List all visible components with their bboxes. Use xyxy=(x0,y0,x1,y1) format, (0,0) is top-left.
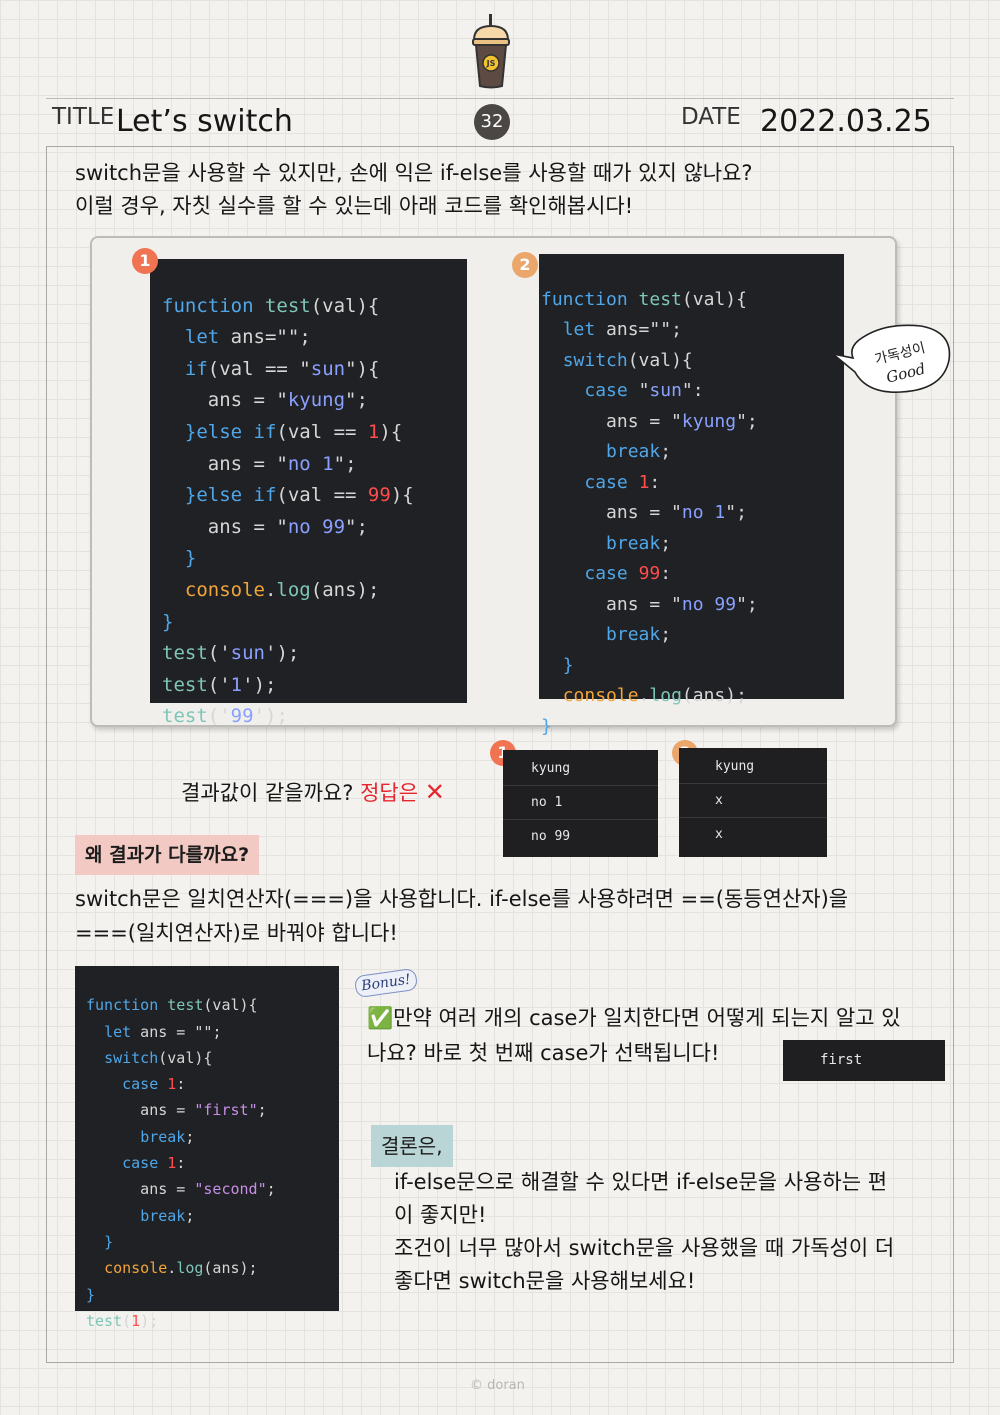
conclusion-line-2: 이 좋지만! xyxy=(394,1203,487,1227)
output-line: no 1 xyxy=(503,786,658,820)
page-number-badge: 32 xyxy=(474,104,510,140)
conclusion-heading: 결론은, xyxy=(371,1125,453,1167)
checkmark-icon: ✅ xyxy=(367,1006,394,1030)
question-text: 결과값이 같을까요? xyxy=(181,781,354,805)
why-line-1: switch문은 일치연산자(===)을 사용합니다. if-else를 사용하… xyxy=(75,887,849,911)
answer-label: 정답은 xyxy=(360,781,419,805)
badge-one: 1 xyxy=(132,248,158,274)
date-label: DATE xyxy=(681,104,741,130)
output-console-bonus: first xyxy=(783,1040,945,1081)
code-block-if-else: function test(val){ let ans=""; if(val =… xyxy=(150,259,467,727)
page-date: 2022.03.25 xyxy=(760,104,932,139)
header-top-rule xyxy=(46,98,954,99)
conclusion-line-1: if-else문으로 해결할 수 있다면 if-else문을 사용하는 편 xyxy=(394,1170,888,1194)
bonus-line-1-text: 만약 여러 개의 case가 일치한다면 어떻게 되는지 알고 있 xyxy=(393,1006,901,1030)
conclusion-line-4: 좋다면 switch문을 사용해보세요! xyxy=(394,1269,696,1293)
readability-speech-bubble: 가독성이 Good xyxy=(832,324,951,393)
code-block-switch: function test(val){ let ans=""; switch(v… xyxy=(539,254,844,737)
page-title: Let’s switch xyxy=(116,104,293,139)
code-block-bonus: function test(val){ let ans = ""; switch… xyxy=(75,966,339,1330)
output-console-one: kyung no 1 no 99 xyxy=(503,750,658,857)
why-line-2: ===(일치연산자)로 바꿔야 합니다! xyxy=(75,921,398,945)
intro-line-2: 이럴 경우, 자칫 실수를 할 수 있는데 아래 코드를 확인해봅시다! xyxy=(75,194,634,218)
result-question: 결과값이 같을까요? 정답은 ✕ xyxy=(181,775,445,810)
why-heading: 왜 결과가 다를까요? xyxy=(75,835,260,875)
output-line: first xyxy=(820,1052,863,1068)
badge-two: 2 xyxy=(512,252,538,278)
output-line: kyung xyxy=(679,750,827,784)
bonus-line-1: ✅만약 여러 개의 case가 일치한다면 어떻게 되는지 알고 있 xyxy=(367,1001,901,1035)
output-line: kyung xyxy=(503,752,658,786)
output-console-two: kyung x x xyxy=(679,748,827,857)
cup-label: JS xyxy=(486,59,496,68)
wrong-x-icon: ✕ xyxy=(424,778,445,806)
output-line: x xyxy=(715,827,723,842)
conclusion-line-3: 조건이 너무 많아서 switch문을 사용했을 때 가독성이 더 xyxy=(394,1236,895,1260)
js-cup-icon: JS xyxy=(472,14,510,89)
bonus-line-2: 나요? 바로 첫 번째 case가 선택됩니다! xyxy=(367,1041,720,1065)
output-line: x xyxy=(679,784,827,818)
title-label: TITLE xyxy=(52,104,115,130)
copyright-watermark: © doran xyxy=(470,1378,525,1393)
intro-line-1: switch문을 사용할 수 있지만, 손에 익은 if-else를 사용할 때… xyxy=(75,161,753,185)
output-line: no 99 xyxy=(531,829,571,844)
